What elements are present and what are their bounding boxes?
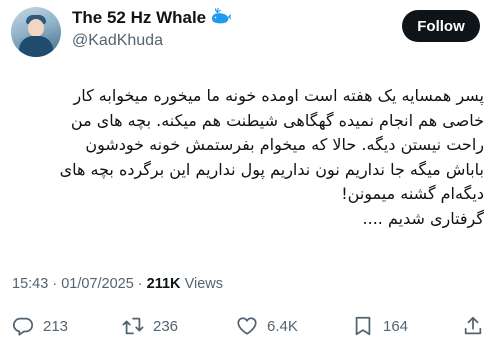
follow-button[interactable]: Follow xyxy=(402,10,480,42)
tweet-date[interactable]: 01/07/2025 xyxy=(61,276,134,292)
heart-icon xyxy=(237,317,257,335)
tweet-line: پسر همسایه یک هفته است اومده خونه ما میخ… xyxy=(73,86,485,105)
like-button[interactable]: 6.4K xyxy=(236,312,298,340)
bookmark-button[interactable]: 164 xyxy=(352,312,408,340)
avatar[interactable] xyxy=(11,7,61,57)
tweet-line: راحت نیستن دیگه. حالا که میخوام بفرستمش … xyxy=(85,135,484,154)
retweet-count: 236 xyxy=(153,317,179,335)
handle[interactable]: @KadKhuda xyxy=(72,32,163,50)
bookmark-count: 164 xyxy=(383,317,409,335)
action-bar: 213 236 6.4K 164 xyxy=(0,312,500,340)
meta-separator: · xyxy=(137,276,147,292)
retweet-icon xyxy=(122,317,144,335)
reply-icon xyxy=(12,317,34,336)
retweet-button[interactable]: 236 xyxy=(122,312,178,340)
meta-separator: · xyxy=(52,276,62,292)
views-label: Views xyxy=(184,276,223,292)
avatar-body xyxy=(19,36,53,57)
tweet-time[interactable]: 15:43 xyxy=(12,276,48,292)
avatar-head xyxy=(28,19,44,37)
tweet-line: گرفتاری شدیم .... xyxy=(362,208,484,228)
share-button[interactable] xyxy=(462,312,484,340)
whale-icon xyxy=(211,7,232,24)
reply-button[interactable]: 213 xyxy=(12,312,68,340)
share-icon xyxy=(464,316,482,335)
tweet-line: خاصی هم انجام نمیده گهگاهی شیطنت هم میکن… xyxy=(70,110,484,130)
views-count: 211K xyxy=(146,276,181,292)
bookmark-icon xyxy=(355,316,371,336)
tweet-text: پسر همسایه یک هفته است اومده خونه ما میخ… xyxy=(20,84,484,231)
tweet-line: دیگه‌ام گشنه میمونن! xyxy=(341,184,484,203)
display-name[interactable]: The 52 Hz Whale xyxy=(72,8,206,28)
tweet-meta: 15:43 · 01/07/2025 · 211K Views xyxy=(12,276,223,292)
reply-count: 213 xyxy=(43,317,69,335)
like-count: 6.4K xyxy=(267,317,298,335)
tweet-line: باباش میگه جا نداریم نون نداریم پول ندار… xyxy=(59,159,484,179)
